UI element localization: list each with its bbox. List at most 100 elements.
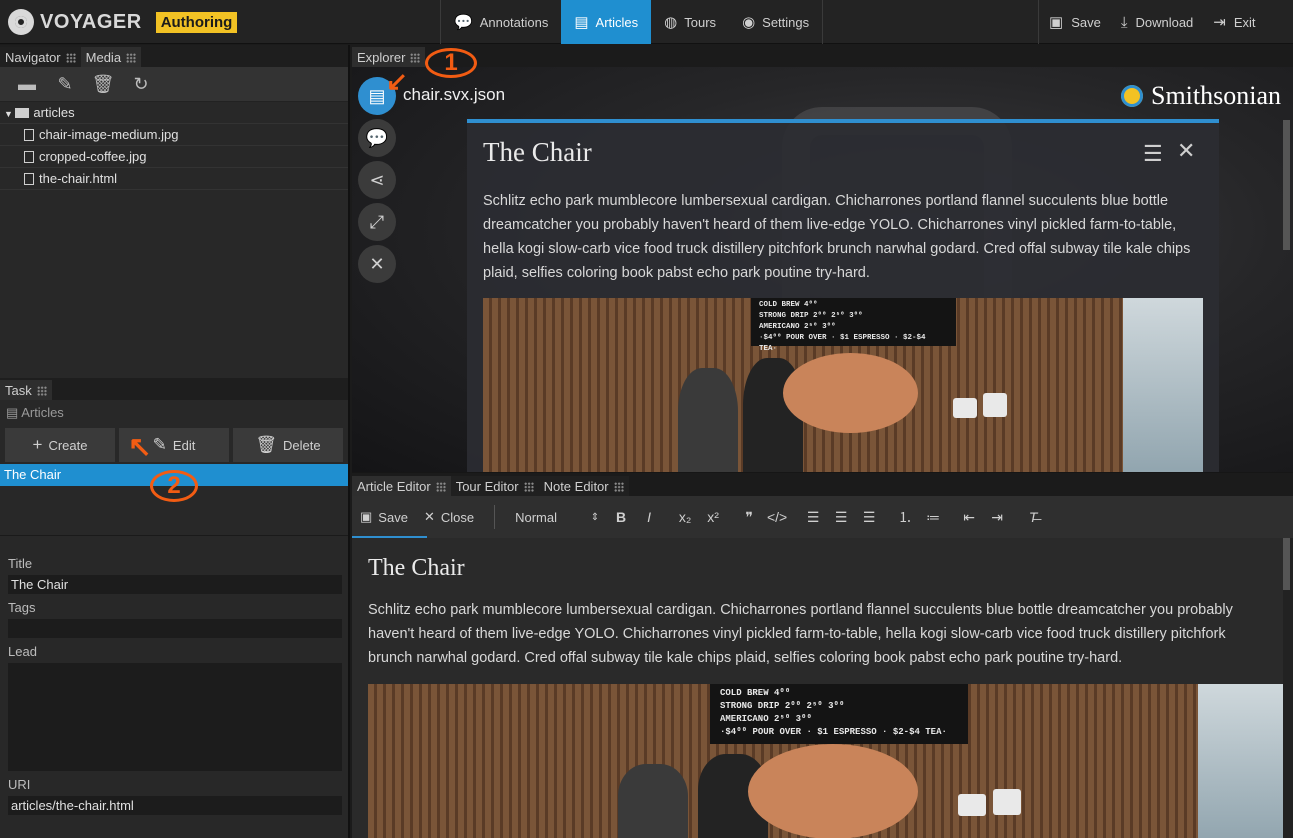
save-icon: ▣ — [1049, 14, 1064, 31]
bold-icon[interactable]: B — [607, 509, 635, 525]
tab-tour-editor[interactable]: Tour Editor — [450, 476, 539, 496]
annotation-number: 2 — [150, 470, 198, 502]
explorer-scrollbar[interactable] — [1283, 120, 1290, 250]
tree-folder-articles[interactable]: ▼ articles — [0, 102, 348, 124]
grip-icon — [65, 53, 76, 63]
save-button[interactable]: ▣ Save — [1039, 0, 1111, 44]
plus-icon: + — [32, 435, 43, 454]
format-select[interactable]: Normal ⇕ — [507, 496, 607, 538]
tree-file[interactable]: the-chair.html — [0, 168, 348, 190]
tab-tours-label: Tours — [684, 14, 717, 30]
folder-icon — [15, 108, 30, 118]
tree-file[interactable]: cropped-coffee.jpg — [0, 146, 348, 168]
tab-article-editor-label: Article Editor — [357, 479, 431, 494]
editor-toolbar: ▣ Save ✕ Close Normal ⇕ B I x₂ x² ❞ </> ☰ ☰… — [352, 496, 1293, 539]
chevron-updown-icon: ⇕ — [590, 511, 600, 523]
tree-file[interactable]: chair-image-medium.jpg — [0, 124, 348, 146]
file-title: chair.svx.json — [403, 85, 506, 104]
menu-item: STRONG DRIP — [759, 312, 809, 320]
blockquote-icon[interactable]: ❞ — [735, 509, 763, 526]
lead-field[interactable] — [8, 663, 342, 771]
pencil-icon[interactable]: ✎ — [46, 74, 84, 95]
tab-tours[interactable]: ◍ Tours — [651, 0, 729, 44]
menu-price: 3⁰⁰ — [828, 701, 845, 711]
trash-icon: 🗑 — [255, 435, 277, 454]
tab-articles[interactable]: ▤ Articles — [561, 0, 652, 44]
hat — [783, 353, 918, 433]
fullscreen-button[interactable]: ⤢ — [358, 203, 396, 241]
window — [1123, 298, 1203, 472]
cup — [953, 398, 977, 418]
tools-button[interactable]: ✕ — [358, 245, 396, 283]
top-bar: VOYAGER Authoring 💬 Annotations ▤ Articles… — [0, 0, 1293, 44]
tab-explorer-label: Explorer — [357, 50, 406, 65]
ordered-list-icon[interactable]: ⒈ — [891, 507, 919, 527]
tab-media[interactable]: Media — [80, 47, 142, 67]
italic-icon[interactable]: I — [635, 509, 663, 525]
create-button[interactable]: + Create — [5, 428, 115, 462]
superscript-icon[interactable]: x² — [699, 509, 727, 525]
tab-note-editor[interactable]: Note Editor — [538, 476, 629, 496]
media-tree: ▼ articles chair-image-medium.jpg croppe… — [0, 102, 348, 312]
exit-button[interactable]: ⇥ Exit — [1203, 0, 1265, 44]
share-button[interactable]: ⋖ — [358, 161, 396, 199]
menu-row: COLD BREW 4⁰⁰ — [720, 687, 958, 700]
clear-format-icon[interactable]: T̶ — [1019, 509, 1047, 525]
folder-icon[interactable]: ▬ — [8, 74, 46, 95]
grip-icon — [126, 53, 137, 63]
title-field[interactable]: The Chair — [8, 575, 342, 594]
align-right-icon[interactable]: ☰ — [855, 509, 883, 526]
caret-down-icon: ▼ — [4, 109, 16, 119]
close-icon[interactable]: ✕ — [1177, 138, 1195, 164]
tab-explorer[interactable]: Explorer — [352, 47, 426, 67]
annotations-button[interactable]: 💬 — [358, 119, 396, 157]
menu-footer: ·$4⁰⁰ POUR OVER · $1 ESPRESSO · $2-$4 TE… — [720, 727, 947, 737]
editor-article-image: COLD BREW 4⁰⁰ STRONG DRIP 2⁰⁰ 2⁵⁰ 3⁰⁰ AM… — [368, 684, 1283, 838]
delete-button[interactable]: 🗑 Delete — [233, 428, 343, 462]
menu-price: 2⁰⁰ — [784, 701, 802, 711]
editor-close-button[interactable]: ✕ Close — [416, 496, 482, 538]
person — [618, 764, 688, 838]
download-button[interactable]: ⤓ Download — [1111, 0, 1203, 44]
tab-settings[interactable]: ◉ Settings — [729, 0, 822, 44]
indent-icon[interactable]: ⇥ — [983, 509, 1011, 526]
tags-field[interactable] — [8, 619, 342, 638]
annotation-arrow-icon: ↙ — [386, 66, 408, 96]
article-reader: The Chair ☰ ✕ Schlitz echo park mumbleco… — [467, 119, 1219, 472]
brand-name: VOYAGER — [40, 10, 142, 33]
editor-save-button[interactable]: ▣ Save — [352, 496, 427, 539]
align-center-icon[interactable]: ☰ — [827, 509, 855, 526]
bullet-list-icon[interactable]: ≔ — [919, 509, 947, 526]
file-label: cropped-coffee.jpg — [39, 149, 147, 164]
3d-viewport[interactable]: ▤ 💬 ⋖ ⤢ ✕ chair.svx.json Smithsonian The… — [352, 67, 1293, 472]
tools-icon: ✕ — [369, 253, 385, 274]
tab-task[interactable]: Task — [0, 380, 52, 400]
editor-article-body: Schlitz echo park mumblecore lumbersexua… — [368, 602, 1233, 666]
file-icon — [24, 151, 34, 163]
menu-icon[interactable]: ☰ — [1143, 141, 1163, 167]
editor-article-title: The Chair — [368, 555, 465, 581]
uri-field[interactable]: articles/the-chair.html — [8, 796, 342, 815]
menu-item: COLD BREW — [759, 301, 800, 309]
trash-icon[interactable]: 🗑 — [84, 74, 122, 95]
tab-annotations[interactable]: 💬 Annotations — [441, 0, 561, 44]
code-icon[interactable]: </> — [763, 509, 791, 525]
align-left-icon[interactable]: ☰ — [799, 509, 827, 526]
create-label: Create — [48, 437, 88, 453]
left-tab-strip: Navigator Media — [0, 45, 348, 67]
subscript-icon[interactable]: x₂ — [671, 509, 699, 525]
editor-document[interactable]: The Chair Schlitz echo park mumblecore l… — [352, 538, 1283, 838]
tab-article-editor[interactable]: Article Editor — [352, 476, 451, 496]
tab-note-editor-label: Note Editor — [543, 479, 609, 494]
tab-task-label: Task — [5, 383, 32, 398]
pencil-icon: ✎ — [152, 435, 167, 454]
folder-label: articles — [33, 105, 75, 120]
download-label: Download — [1135, 14, 1194, 30]
menu-row: AMERICANO 2⁵⁰ 3⁰⁰ — [759, 322, 948, 333]
outdent-icon[interactable]: ⇤ — [955, 509, 983, 526]
refresh-icon[interactable]: ↻ — [122, 74, 160, 95]
tab-navigator[interactable]: Navigator — [0, 47, 81, 67]
editor-scrollbar[interactable] — [1283, 538, 1290, 590]
task-buttons: + Create ✎ Edit 🗑 Delete — [0, 425, 348, 462]
cup — [993, 789, 1021, 815]
